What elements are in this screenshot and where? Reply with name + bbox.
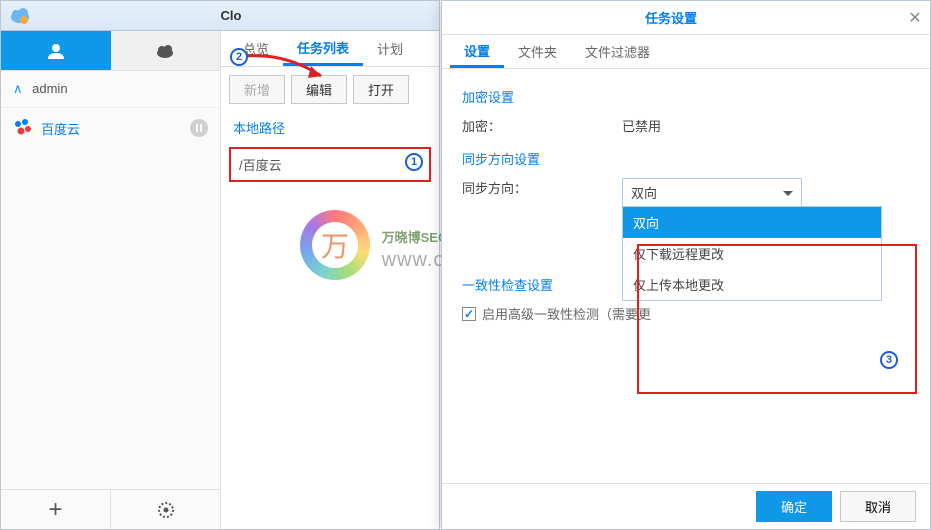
toolbar: 新增 编辑 打开 xyxy=(221,67,439,112)
annotation-badge-3: 3 xyxy=(880,351,898,369)
cloud-app-icon xyxy=(9,7,31,25)
add-button[interactable]: + xyxy=(1,490,111,529)
sidebar-tab-cloud[interactable] xyxy=(111,31,221,70)
task-settings-dialog: 任务设置 ✕ 设置 文件夹 文件过滤器 加密设置 加密： 已禁用 同步方向设置 … xyxy=(441,0,931,530)
dialog-body: 加密设置 加密： 已禁用 同步方向设置 同步方向： 双向 双向 仅下载远程更改 … xyxy=(442,69,930,337)
main-pane: 总览 任务列表 计划 新增 编辑 打开 本地路径 /百度云 1 xyxy=(221,31,439,529)
ok-button[interactable]: 确定 xyxy=(756,491,832,522)
option-bidirectional[interactable]: 双向 xyxy=(623,207,881,238)
sidebar-user-row[interactable]: ∧ admin xyxy=(1,71,220,108)
encrypt-value: 已禁用 xyxy=(622,116,661,135)
tab-schedule[interactable]: 计划 xyxy=(363,31,417,66)
window-title: Clo xyxy=(31,8,431,23)
tab-file-filter[interactable]: 文件过滤器 xyxy=(571,35,664,68)
dialog-footer: 确定 取消 xyxy=(442,483,930,529)
local-path-heading: 本地路径 xyxy=(221,112,439,143)
annotation-badge-1: 1 xyxy=(405,153,423,171)
sync-direction-select[interactable]: 双向 xyxy=(622,178,802,207)
local-path-row[interactable]: /百度云 1 xyxy=(229,147,431,182)
sync-direction-heading: 同步方向设置 xyxy=(462,149,910,168)
checkbox-icon[interactable]: ✓ xyxy=(462,307,476,321)
advanced-check-row[interactable]: ✓ 启用高级一致性检测（需要更 xyxy=(462,304,910,323)
local-path-value: /百度云 xyxy=(239,158,282,173)
sidebar-tab-user[interactable] xyxy=(1,31,111,70)
dialog-tabs: 设置 文件夹 文件过滤器 xyxy=(442,35,930,69)
sync-direction-selected: 双向 xyxy=(631,186,657,201)
pause-icon[interactable] xyxy=(190,119,208,137)
cancel-button[interactable]: 取消 xyxy=(840,491,916,522)
window-titlebar: Clo xyxy=(1,1,439,31)
encrypt-label: 加密： xyxy=(462,116,622,135)
close-icon[interactable]: ✕ xyxy=(900,8,930,28)
cloud-sync-window: Clo ∧ admin 百度云 + xyxy=(0,0,440,530)
sidebar-item-baiduyun[interactable]: 百度云 xyxy=(1,108,220,148)
advanced-check-label: 启用高级一致性检测（需要更 xyxy=(482,304,651,323)
main-tabs: 总览 任务列表 计划 xyxy=(221,31,439,67)
tab-task-list[interactable]: 任务列表 xyxy=(283,31,363,66)
open-task-button[interactable]: 打开 xyxy=(353,75,409,104)
sync-direction-dropdown: 双向 仅下载远程更改 仅上传本地更改 xyxy=(622,206,882,301)
annotation-badge-2: 2 xyxy=(230,48,248,66)
chevron-up-icon: ∧ xyxy=(13,81,23,96)
sync-direction-label: 同步方向： xyxy=(462,178,622,207)
encrypt-section-heading: 加密设置 xyxy=(462,87,910,106)
option-upload-only[interactable]: 仅上传本地更改 xyxy=(623,269,881,300)
baiduyun-icon xyxy=(13,118,33,138)
dialog-title: 任务设置 xyxy=(442,8,900,27)
sidebar-item-label: 百度云 xyxy=(41,119,80,138)
sidebar: ∧ admin 百度云 + xyxy=(1,31,221,529)
sidebar-tabs xyxy=(1,31,220,71)
tab-folder[interactable]: 文件夹 xyxy=(504,35,571,68)
sidebar-user-label: admin xyxy=(32,81,67,96)
tab-settings[interactable]: 设置 xyxy=(450,35,504,68)
dialog-titlebar: 任务设置 ✕ xyxy=(442,1,930,35)
edit-task-button[interactable]: 编辑 xyxy=(291,75,347,104)
sidebar-footer: + xyxy=(1,489,220,529)
option-download-only[interactable]: 仅下载远程更改 xyxy=(623,238,881,269)
add-task-button[interactable]: 新增 xyxy=(229,75,285,104)
settings-button[interactable] xyxy=(111,490,220,529)
